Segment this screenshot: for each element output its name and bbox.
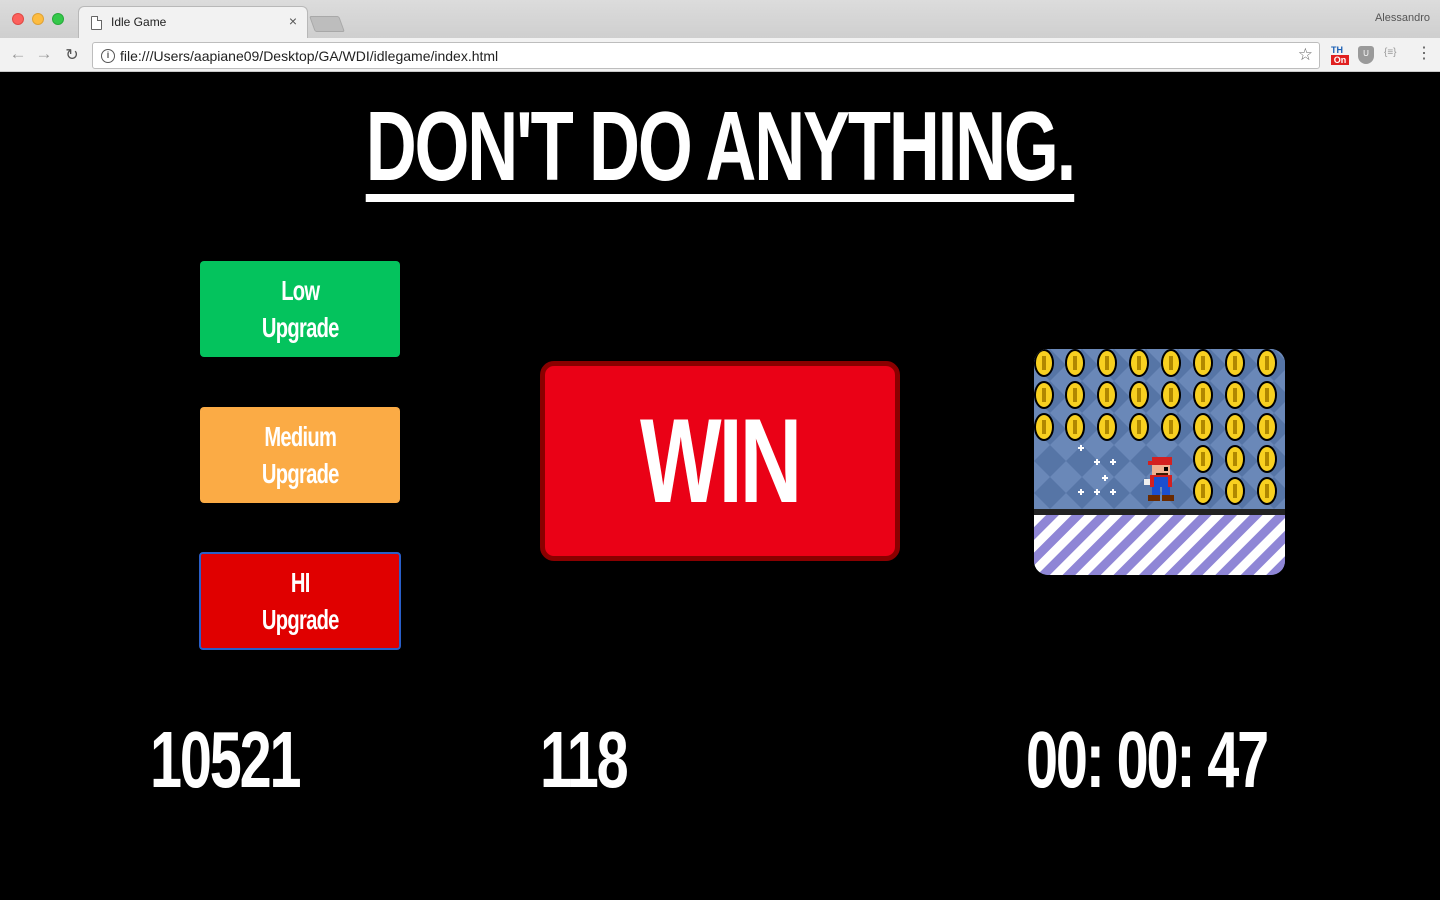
coin-shine: [1073, 388, 1077, 402]
coin-shine: [1073, 356, 1077, 370]
tab-title: Idle Game: [111, 15, 167, 29]
browser-tab-bar: Idle Game × Alessandro: [0, 0, 1440, 38]
hi-upgrade-label: HI Upgrade: [261, 567, 339, 635]
address-bar[interactable]: i file:///Users/aapiane09/Desktop/GA/WDI…: [92, 42, 1320, 69]
coin-shine: [1201, 452, 1205, 466]
forward-arrow-icon[interactable]: →: [34, 44, 54, 64]
low-upgrade-button[interactable]: Low Upgrade: [200, 261, 400, 357]
medium-upgrade-button[interactable]: Medium Upgrade: [200, 407, 400, 503]
coin-shine: [1233, 420, 1237, 434]
coin-shine: [1201, 484, 1205, 498]
shield-extension-icon[interactable]: U: [1358, 46, 1374, 64]
coin-shine: [1265, 484, 1269, 498]
win-button[interactable]: WIN: [540, 361, 900, 561]
new-tab-button[interactable]: [309, 16, 345, 32]
coin-shine: [1201, 420, 1205, 434]
game-page: DON'T DO ANYTHING. Low Upgrade Medium Up…: [0, 72, 1440, 900]
close-window-button[interactable]: [12, 13, 24, 25]
coin-shine: [1042, 388, 1046, 402]
bookmark-star-icon[interactable]: ☆: [1298, 45, 1313, 65]
coin-shine: [1042, 356, 1046, 370]
maximize-window-button[interactable]: [52, 13, 64, 25]
info-icon[interactable]: i: [101, 49, 115, 63]
coin-shine: [1201, 388, 1205, 402]
page-title: DON'T DO ANYTHING.: [365, 91, 1076, 202]
low-upgrade-label: Low Upgrade: [261, 275, 339, 343]
coin-shine: [1265, 388, 1269, 402]
coin-shine: [1233, 484, 1237, 498]
page-title-container: DON'T DO ANYTHING.: [0, 91, 1440, 202]
extension-on-icon[interactable]: TH On: [1331, 45, 1349, 65]
score-counter: 10521: [150, 715, 302, 804]
coin-shine: [1105, 420, 1109, 434]
menu-dots-icon[interactable]: ⋮: [1416, 43, 1432, 63]
rate-counter: 118: [540, 715, 629, 804]
timer-display: 00: 00: 47: [1026, 715, 1269, 804]
coin-shine: [1073, 420, 1077, 434]
coin-shine: [1137, 356, 1141, 370]
coin-shine: [1265, 420, 1269, 434]
coin-shine: [1105, 356, 1109, 370]
coin-shine: [1233, 388, 1237, 402]
hi-upgrade-button[interactable]: HI Upgrade: [199, 552, 401, 650]
coin-shine: [1265, 356, 1269, 370]
coin-shine: [1105, 388, 1109, 402]
coin-shine: [1137, 388, 1141, 402]
coin-shine: [1201, 356, 1205, 370]
extension-on-badge: On: [1331, 55, 1349, 65]
win-label: WIN: [640, 394, 802, 528]
browser-tab[interactable]: Idle Game ×: [78, 6, 308, 38]
mario-coins-illustration: [1034, 349, 1285, 575]
url-text[interactable]: file:///Users/aapiane09/Desktop/GA/WDI/i…: [120, 48, 498, 64]
reload-icon[interactable]: ↻: [62, 45, 82, 65]
coin-shine: [1042, 420, 1046, 434]
page-icon: [91, 16, 102, 30]
coin-shine: [1233, 356, 1237, 370]
profile-name[interactable]: Alessandro: [1375, 12, 1430, 24]
coin-shine: [1169, 388, 1173, 402]
code-extension-icon[interactable]: {≡}: [1384, 47, 1397, 67]
mario-coins-image: [1034, 349, 1285, 575]
coin-shine: [1233, 452, 1237, 466]
close-tab-icon[interactable]: ×: [289, 13, 297, 29]
browser-toolbar: ← → ↻ i file:///Users/aapiane09/Desktop/…: [0, 38, 1440, 72]
back-arrow-icon[interactable]: ←: [8, 44, 28, 64]
coin-shine: [1169, 356, 1173, 370]
minimize-window-button[interactable]: [32, 13, 44, 25]
medium-upgrade-label: Medium Upgrade: [261, 421, 339, 489]
extension-label: TH: [1331, 45, 1343, 55]
coin-shine: [1169, 420, 1173, 434]
coin-shine: [1265, 452, 1269, 466]
coin-shine: [1137, 420, 1141, 434]
